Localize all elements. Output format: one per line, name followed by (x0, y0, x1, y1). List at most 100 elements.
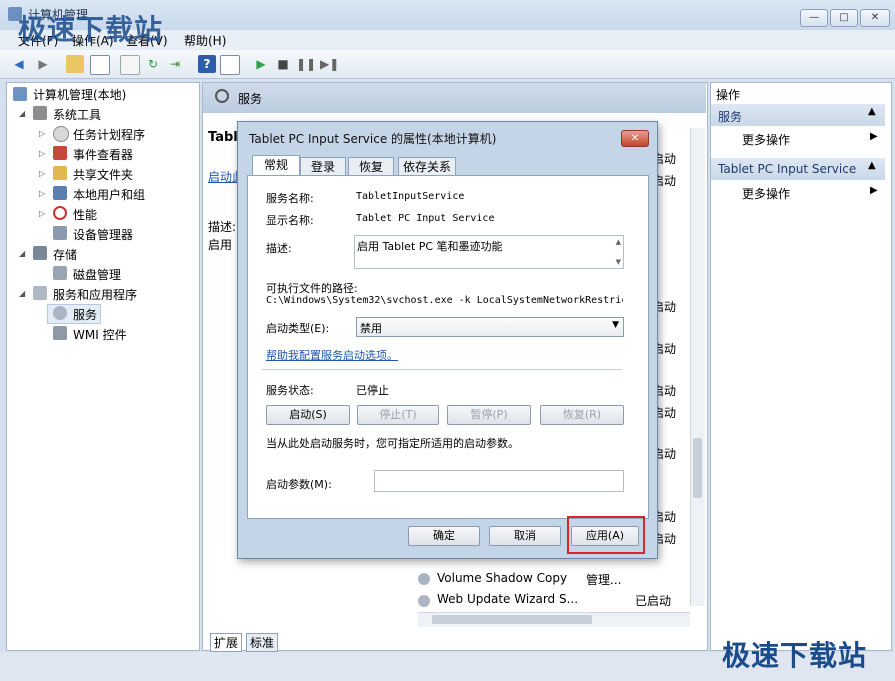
tree-services[interactable]: 服务 (73, 306, 97, 323)
hscroll-thumb[interactable] (432, 615, 592, 624)
expand-arrow-icon[interactable]: ◢ (19, 289, 25, 298)
help-icon[interactable]: ? (198, 55, 216, 73)
more-actions-1[interactable]: 更多操作 (742, 131, 790, 148)
service-icon (418, 573, 430, 585)
collapse-arrow-icon[interactable]: ▷ (39, 149, 45, 158)
service-name[interactable]: Volume Shadow Copy (437, 571, 567, 585)
menu-help[interactable]: 帮助(H) (184, 32, 226, 49)
shared-folder-icon (53, 166, 67, 180)
submenu-arrow-icon: ▶ (870, 131, 878, 142)
service-status: 已启动 (635, 594, 672, 608)
search-icon (215, 89, 229, 103)
start-params-input[interactable] (374, 470, 624, 492)
help-config-link[interactable]: 帮助我配置服务启动选项。 (266, 347, 398, 363)
export-icon[interactable]: ⇥ (166, 55, 184, 73)
show-action-pane-icon[interactable] (220, 55, 240, 75)
dialog-title: Tablet PC Input Service 的属性(本地计算机) (249, 132, 497, 146)
collapse-arrow-icon[interactable]: ▷ (39, 189, 45, 198)
tree-wmi[interactable]: WMI 控件 (73, 326, 127, 343)
services-header (203, 83, 706, 113)
restart-service-icon[interactable]: ▶❚ (320, 55, 339, 73)
clock-icon (53, 126, 69, 142)
display-name-label: 显示名称: (266, 214, 314, 227)
collapse-arrow-icon[interactable]: ▷ (39, 129, 45, 138)
tab-extended[interactable]: 扩展 (210, 633, 243, 652)
collapse-arrow-icon[interactable]: ▷ (39, 169, 45, 178)
tab-general[interactable]: 常规 (252, 155, 300, 176)
scroll-up-icon[interactable]: ▲ (616, 238, 621, 246)
collapse-icon[interactable]: ▲ (868, 106, 876, 117)
gear-icon (53, 306, 67, 320)
collapse-icon[interactable]: ▲ (868, 160, 876, 171)
start-params-hint: 当从此处启动服务时，您可指定所适用的启动参数。 (266, 437, 519, 450)
tree-services-apps[interactable]: 服务和应用程序 (53, 286, 137, 303)
tree-storage[interactable]: 存储 (53, 246, 77, 263)
pause-service-icon[interactable]: ❚❚ (296, 55, 316, 73)
tab-standard[interactable]: 标准 (246, 633, 279, 652)
startup-type-value: 禁用 (360, 322, 382, 335)
description-label: 描述: (266, 242, 292, 255)
description-text: 启用 Tablet PC 笔和墨迹功能 (357, 240, 503, 253)
apply-button[interactable]: 应用(A) (571, 526, 639, 546)
forward-icon[interactable]: ▶ (34, 55, 52, 73)
divider (262, 369, 622, 370)
device-manager-icon (53, 226, 67, 240)
performance-icon (53, 206, 67, 220)
minimize-button[interactable]: — (800, 9, 828, 27)
list-hscrollbar[interactable] (418, 612, 690, 627)
list-vscrollbar[interactable] (690, 128, 705, 606)
storage-icon (33, 246, 47, 260)
collapse-arrow-icon[interactable]: ▷ (39, 209, 45, 218)
maximize-button[interactable]: □ (830, 9, 858, 27)
back-icon[interactable]: ◀ (10, 55, 28, 73)
scroll-thumb[interactable] (693, 438, 702, 498)
event-viewer-icon (53, 146, 67, 160)
close-button[interactable]: ✕ (860, 9, 890, 27)
cancel-button[interactable]: 取消 (489, 526, 561, 546)
refresh-icon[interactable]: ↻ (144, 55, 162, 73)
expand-arrow-icon[interactable]: ◢ (19, 109, 25, 118)
startup-type-select[interactable]: 禁用 ▼ (356, 317, 624, 337)
service-name[interactable]: Web Update Wizard S... (437, 592, 578, 606)
tree-local-users[interactable]: 本地用户和组 (73, 186, 145, 203)
description-label: 描述: (208, 220, 237, 234)
tree-device-manager[interactable]: 设备管理器 (73, 226, 133, 243)
chevron-down-icon: ▼ (612, 320, 619, 330)
services-apps-icon (33, 286, 47, 300)
expand-arrow-icon[interactable]: ◢ (19, 249, 25, 258)
description-box[interactable]: 启用 Tablet PC 笔和墨迹功能 ▲ ▼ (354, 235, 624, 269)
wmi-icon (53, 326, 67, 340)
start-service-icon[interactable]: ▶ (252, 55, 270, 73)
tree-event-viewer[interactable]: 事件查看器 (73, 146, 133, 163)
stop-service-icon[interactable]: ■ (274, 55, 292, 73)
service-status-value: 已停止 (356, 384, 389, 397)
start-button[interactable]: 启动(S) (266, 405, 350, 425)
computer-icon (13, 87, 27, 101)
description-value: 启用 (208, 238, 233, 252)
tree-root[interactable]: 计算机管理(本地) (33, 86, 126, 103)
resume-button[interactable]: 恢复(R) (540, 405, 624, 425)
actions-group-service-label: Tablet PC Input Service (718, 162, 857, 176)
show-tree-icon[interactable] (90, 55, 110, 75)
tab-dependencies[interactable]: 依存关系 (398, 157, 456, 176)
stop-button[interactable]: 停止(T) (357, 405, 439, 425)
tree-performance[interactable]: 性能 (73, 206, 97, 223)
dialog-close-button[interactable]: ✕ (621, 130, 649, 147)
tree-system-tools[interactable]: 系统工具 (53, 106, 101, 123)
tree-disk-management[interactable]: 磁盘管理 (73, 266, 121, 283)
service-icon (418, 595, 430, 607)
display-name-value: Tablet PC Input Service (356, 213, 495, 224)
tab-logon[interactable]: 登录 (300, 157, 346, 176)
more-actions-2[interactable]: 更多操作 (742, 185, 790, 202)
startup-type-label: 启动类型(E): (266, 322, 330, 335)
pause-button[interactable]: 暂停(P) (447, 405, 531, 425)
tab-recovery[interactable]: 恢复 (348, 157, 394, 176)
scroll-down-icon[interactable]: ▼ (616, 258, 621, 266)
users-icon (53, 186, 67, 200)
tree-task-scheduler[interactable]: 任务计划程序 (73, 126, 145, 143)
tree-shared-folders[interactable]: 共享文件夹 (73, 166, 133, 183)
up-folder-icon[interactable] (66, 55, 84, 73)
properties-icon[interactable] (120, 55, 140, 75)
service-desc: 管理... (586, 573, 622, 587)
ok-button[interactable]: 确定 (408, 526, 480, 546)
